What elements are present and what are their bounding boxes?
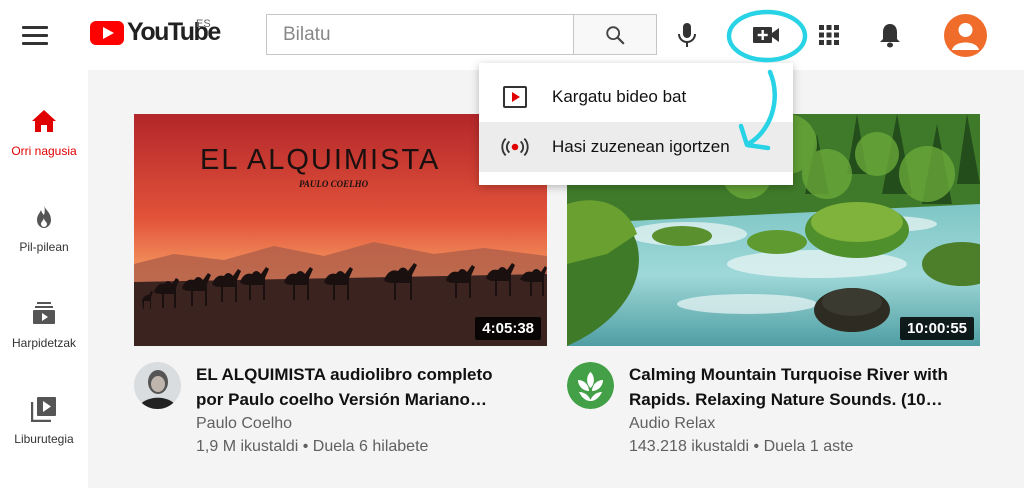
bell-icon (880, 24, 900, 48)
video-title-line: por Paulo coelho Versión Mariano… (196, 390, 487, 409)
menu-item-go-live[interactable]: Hasi zuzenean igortzen (479, 122, 793, 172)
home-icon (32, 110, 56, 132)
video-camera-add-icon (753, 27, 779, 43)
create-video-button[interactable] (746, 16, 786, 54)
sidebar-item-label: Liburutegia (14, 432, 74, 446)
notifications-button[interactable] (870, 16, 910, 54)
upload-age: Duela 6 hilabete (312, 438, 429, 455)
hamburger-menu-icon[interactable] (22, 18, 62, 52)
voice-search-button[interactable] (667, 16, 707, 54)
video-meta: 1,9 M ikustaldi • Duela 6 hilabete (196, 438, 428, 456)
video-title[interactable]: EL ALQUIMISTA audiolibro completo por Pa… (196, 362, 548, 412)
menu-item-label: Hasi zuzenean igortzen (552, 137, 730, 156)
video-title[interactable]: Calming Mountain Turquoise River with Ra… (629, 362, 981, 412)
meta-separator: • (753, 438, 764, 455)
upload-age: Duela 1 aste (763, 438, 854, 455)
search-button[interactable] (573, 14, 657, 55)
user-silhouette-icon (952, 23, 979, 50)
sidebar-item-subscriptions[interactable]: Harpidetzak (0, 284, 88, 364)
sidebar-item-label: Harpidetzak (11, 336, 77, 350)
fire-icon (37, 205, 51, 228)
user-avatar[interactable] (944, 14, 987, 57)
leaf-logo-icon (567, 362, 614, 409)
thumbnail-title-text: EL ALQUIMISTA (200, 144, 440, 176)
youtube-play-icon (90, 20, 124, 45)
country-code: ES (196, 18, 211, 30)
subscriptions-icon (33, 302, 55, 324)
video-duration-badge: 4:05:38 (475, 317, 541, 340)
library-icon (31, 397, 56, 422)
video-title-line: Calming Mountain Turquoise River with (629, 365, 948, 384)
meta-separator: • (302, 438, 313, 455)
apps-button[interactable] (809, 16, 849, 54)
search-icon (606, 25, 625, 44)
top-bar: YouTube ES Bilatu (0, 0, 1024, 70)
sidebar-item-label: Pil-pilean (19, 240, 69, 254)
menu-item-label: Kargatu bideo bat (552, 87, 687, 106)
video-meta: 143.218 ikustaldi • Duela 1 aste (629, 438, 853, 456)
channel-avatar[interactable] (134, 362, 181, 409)
create-menu: Kargatu bideo bat Hasi zuzenean igortzen (479, 63, 793, 185)
thumbnail-subtitle-text: PAULO COELHO (299, 179, 369, 189)
view-count: 143.218 ikustaldi (629, 438, 750, 455)
sidebar-item-label: Orri nagusia (11, 144, 77, 158)
search-input[interactable]: Bilatu (266, 14, 574, 55)
sidebar-item-library[interactable]: Liburutegia (0, 380, 88, 460)
channel-name[interactable]: Paulo Coelho (196, 415, 292, 433)
sidebar-item-trending[interactable]: Pil-pilean (0, 188, 88, 268)
channel-avatar-portrait-image (134, 362, 181, 409)
menu-item-upload-video[interactable]: Kargatu bideo bat (479, 72, 793, 122)
upload-video-icon (503, 86, 527, 108)
sidebar: Orri nagusia Pil-pilean Harpidetzak Libu… (0, 70, 88, 488)
channel-avatar[interactable] (567, 362, 614, 409)
video-duration-badge: 10:00:55 (899, 317, 974, 340)
go-live-icon (501, 137, 529, 157)
video-title-line: Rapids. Relaxing Nature Sounds. (10… (629, 390, 943, 409)
channel-name[interactable]: Audio Relax (629, 415, 715, 433)
sidebar-item-home[interactable]: Orri nagusia (0, 92, 88, 172)
microphone-icon (678, 23, 696, 47)
apps-grid-icon (819, 25, 839, 45)
view-count: 1,9 M ikustaldi (196, 438, 299, 455)
video-title-line: EL ALQUIMISTA audiolibro completo (196, 365, 493, 384)
